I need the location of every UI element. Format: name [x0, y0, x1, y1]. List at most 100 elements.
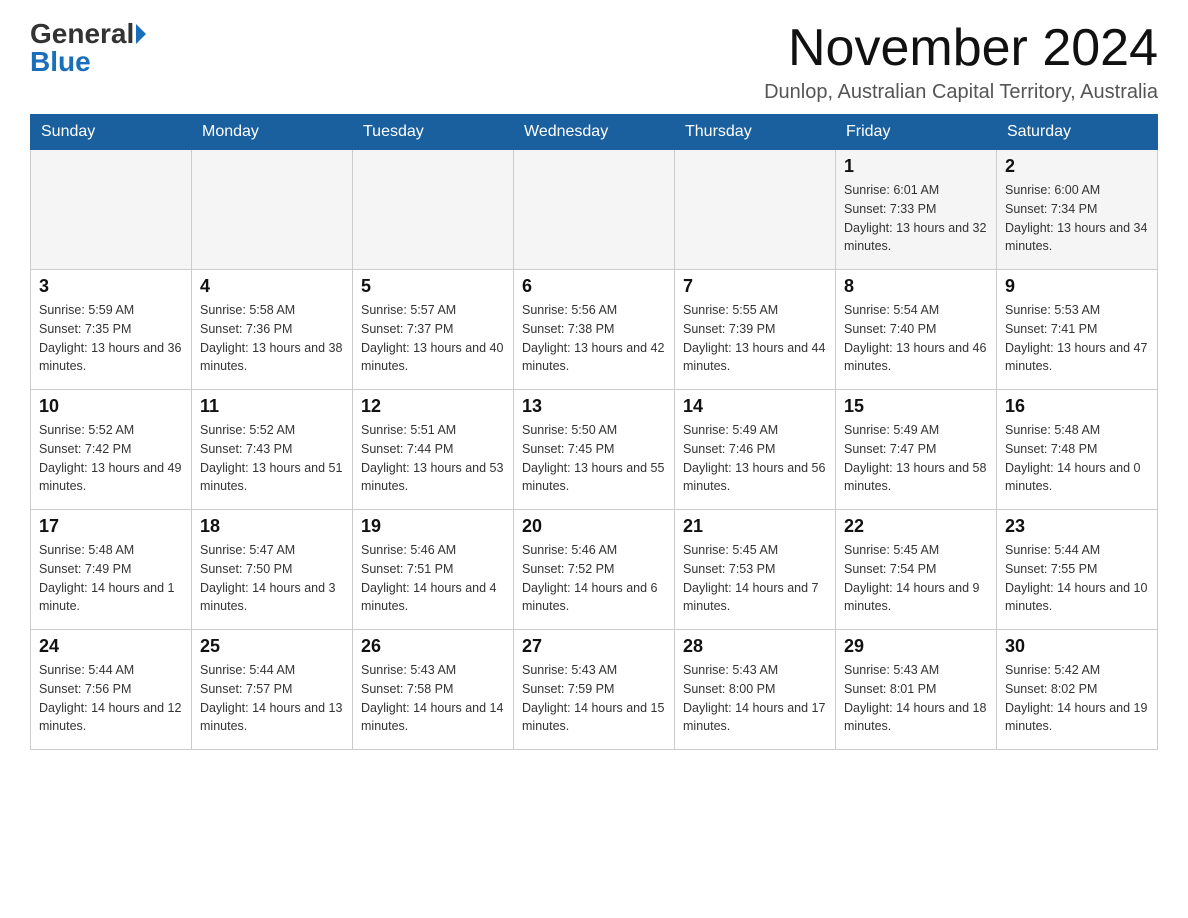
calendar-cell: 22 Sunrise: 5:45 AMSunset: 7:54 PMDayligh…: [836, 510, 997, 630]
day-number: 8: [844, 276, 988, 297]
day-number: 17: [39, 516, 183, 537]
calendar-cell: 9 Sunrise: 5:53 AMSunset: 7:41 PMDaylight…: [997, 270, 1158, 390]
day-number: 26: [361, 636, 505, 657]
calendar-week-row: 3Sunrise: 5:59 AMSunset: 7:35 PMDaylight…: [31, 270, 1158, 390]
col-header-friday: Friday: [836, 115, 997, 150]
col-header-saturday: Saturday: [997, 115, 1158, 150]
day-number: 9: [1005, 276, 1149, 297]
calendar-header-row: SundayMondayTuesdayWednesdayThursdayFrid…: [31, 115, 1158, 150]
day-number: 13: [522, 396, 666, 417]
col-header-tuesday: Tuesday: [353, 115, 514, 150]
calendar-table: SundayMondayTuesdayWednesdayThursdayFrid…: [30, 114, 1158, 750]
day-number: 23: [1005, 516, 1149, 537]
day-number: 21: [683, 516, 827, 537]
calendar-cell: 11 Sunrise: 5:52 AMSunset: 7:43 PMDayligh…: [192, 390, 353, 510]
calendar-cell: 7 Sunrise: 5:55 AMSunset: 7:39 PMDaylight…: [675, 270, 836, 390]
day-number: 7: [683, 276, 827, 297]
calendar-cell: 20 Sunrise: 5:46 AMSunset: 7:52 PMDayligh…: [514, 510, 675, 630]
day-info: Sunrise: 5:42 AMSunset: 8:02 PMDaylight:…: [1005, 661, 1149, 736]
location-subtitle: Dunlop, Australian Capital Territory, Au…: [764, 81, 1158, 104]
col-header-wednesday: Wednesday: [514, 115, 675, 150]
month-title: November 2024: [764, 20, 1158, 77]
col-header-thursday: Thursday: [675, 115, 836, 150]
day-info: Sunrise: 6:00 AMSunset: 7:34 PMDaylight:…: [1005, 181, 1149, 256]
day-info: Sunrise: 5:58 AMSunset: 7:36 PMDaylight:…: [200, 301, 344, 376]
calendar-cell: 21 Sunrise: 5:45 AMSunset: 7:53 PMDayligh…: [675, 510, 836, 630]
col-header-sunday: Sunday: [31, 115, 192, 150]
day-info: Sunrise: 5:44 AMSunset: 7:55 PMDaylight:…: [1005, 541, 1149, 616]
day-number: 20: [522, 516, 666, 537]
logo-general: General: [30, 20, 134, 48]
calendar-week-row: 10Sunrise: 5:52 AMSunset: 7:42 PMDayligh…: [31, 390, 1158, 510]
calendar-cell: 16Sunrise: 5:48 AMSunset: 7:48 PMDayligh…: [997, 390, 1158, 510]
day-number: 25: [200, 636, 344, 657]
day-number: 24: [39, 636, 183, 657]
day-info: Sunrise: 5:57 AMSunset: 7:37 PMDaylight:…: [361, 301, 505, 376]
day-info: Sunrise: 6:01 AMSunset: 7:33 PMDaylight:…: [844, 181, 988, 256]
day-number: 19: [361, 516, 505, 537]
day-info: Sunrise: 5:56 AMSunset: 7:38 PMDaylight:…: [522, 301, 666, 376]
calendar-cell: 6 Sunrise: 5:56 AMSunset: 7:38 PMDaylight…: [514, 270, 675, 390]
day-info: Sunrise: 5:55 AMSunset: 7:39 PMDaylight:…: [683, 301, 827, 376]
day-info: Sunrise: 5:52 AMSunset: 7:43 PMDaylight:…: [200, 421, 344, 496]
day-info: Sunrise: 5:45 AMSunset: 7:54 PMDaylight:…: [844, 541, 988, 616]
day-info: Sunrise: 5:44 AMSunset: 7:57 PMDaylight:…: [200, 661, 344, 736]
calendar-cell: 3Sunrise: 5:59 AMSunset: 7:35 PMDaylight…: [31, 270, 192, 390]
calendar-cell: 17 Sunrise: 5:48 AMSunset: 7:49 PMDayligh…: [31, 510, 192, 630]
calendar-cell: [514, 150, 675, 270]
logo-arrow-icon: [136, 24, 146, 44]
day-info: Sunrise: 5:59 AMSunset: 7:35 PMDaylight:…: [39, 301, 183, 376]
day-number: 29: [844, 636, 988, 657]
calendar-cell: 1Sunrise: 6:01 AMSunset: 7:33 PMDaylight…: [836, 150, 997, 270]
day-number: 6: [522, 276, 666, 297]
day-number: 16: [1005, 396, 1149, 417]
day-info: Sunrise: 5:46 AMSunset: 7:52 PMDaylight:…: [522, 541, 666, 616]
calendar-cell: 28 Sunrise: 5:43 AMSunset: 8:00 PMDayligh…: [675, 630, 836, 750]
day-info: Sunrise: 5:52 AMSunset: 7:42 PMDaylight:…: [39, 421, 183, 496]
calendar-cell: 24Sunrise: 5:44 AMSunset: 7:56 PMDayligh…: [31, 630, 192, 750]
calendar-cell: 15 Sunrise: 5:49 AMSunset: 7:47 PMDayligh…: [836, 390, 997, 510]
calendar-cell: 12Sunrise: 5:51 AMSunset: 7:44 PMDayligh…: [353, 390, 514, 510]
day-info: Sunrise: 5:49 AMSunset: 7:46 PMDaylight:…: [683, 421, 827, 496]
day-info: Sunrise: 5:46 AMSunset: 7:51 PMDaylight:…: [361, 541, 505, 616]
calendar-cell: [675, 150, 836, 270]
calendar-cell: [353, 150, 514, 270]
day-number: 30: [1005, 636, 1149, 657]
calendar-cell: 19 Sunrise: 5:46 AMSunset: 7:51 PMDayligh…: [353, 510, 514, 630]
calendar-cell: 10Sunrise: 5:52 AMSunset: 7:42 PMDayligh…: [31, 390, 192, 510]
calendar-cell: 2Sunrise: 6:00 AMSunset: 7:34 PMDaylight…: [997, 150, 1158, 270]
day-number: 14: [683, 396, 827, 417]
day-info: Sunrise: 5:45 AMSunset: 7:53 PMDaylight:…: [683, 541, 827, 616]
calendar-cell: 8 Sunrise: 5:54 AMSunset: 7:40 PMDaylight…: [836, 270, 997, 390]
day-number: 18: [200, 516, 344, 537]
logo: General Blue: [30, 20, 146, 76]
day-info: Sunrise: 5:50 AMSunset: 7:45 PMDaylight:…: [522, 421, 666, 496]
day-info: Sunrise: 5:43 AMSunset: 7:59 PMDaylight:…: [522, 661, 666, 736]
day-info: Sunrise: 5:48 AMSunset: 7:49 PMDaylight:…: [39, 541, 183, 616]
day-info: Sunrise: 5:43 AMSunset: 8:00 PMDaylight:…: [683, 661, 827, 736]
calendar-week-row: 17 Sunrise: 5:48 AMSunset: 7:49 PMDayligh…: [31, 510, 1158, 630]
calendar-cell: 4Sunrise: 5:58 AMSunset: 7:36 PMDaylight…: [192, 270, 353, 390]
day-info: Sunrise: 5:49 AMSunset: 7:47 PMDaylight:…: [844, 421, 988, 496]
day-number: 27: [522, 636, 666, 657]
day-number: 12: [361, 396, 505, 417]
calendar-cell: 29 Sunrise: 5:43 AMSunset: 8:01 PMDayligh…: [836, 630, 997, 750]
day-number: 28: [683, 636, 827, 657]
calendar-cell: 27 Sunrise: 5:43 AMSunset: 7:59 PMDayligh…: [514, 630, 675, 750]
day-info: Sunrise: 5:53 AMSunset: 7:41 PMDaylight:…: [1005, 301, 1149, 376]
calendar-cell: 25 Sunrise: 5:44 AMSunset: 7:57 PMDayligh…: [192, 630, 353, 750]
calendar-cell: [192, 150, 353, 270]
calendar-cell: 14 Sunrise: 5:49 AMSunset: 7:46 PMDayligh…: [675, 390, 836, 510]
day-info: Sunrise: 5:43 AMSunset: 8:01 PMDaylight:…: [844, 661, 988, 736]
day-number: 11: [200, 396, 344, 417]
day-info: Sunrise: 5:54 AMSunset: 7:40 PMDaylight:…: [844, 301, 988, 376]
calendar-cell: 26Sunrise: 5:43 AMSunset: 7:58 PMDayligh…: [353, 630, 514, 750]
calendar-cell: [31, 150, 192, 270]
day-number: 22: [844, 516, 988, 537]
calendar-cell: 18 Sunrise: 5:47 AMSunset: 7:50 PMDayligh…: [192, 510, 353, 630]
day-number: 15: [844, 396, 988, 417]
title-area: November 2024 Dunlop, Australian Capital…: [764, 20, 1158, 104]
header-area: General Blue November 2024 Dunlop, Austr…: [30, 20, 1158, 104]
day-info: Sunrise: 5:47 AMSunset: 7:50 PMDaylight:…: [200, 541, 344, 616]
calendar-cell: 5Sunrise: 5:57 AMSunset: 7:37 PMDaylight…: [353, 270, 514, 390]
